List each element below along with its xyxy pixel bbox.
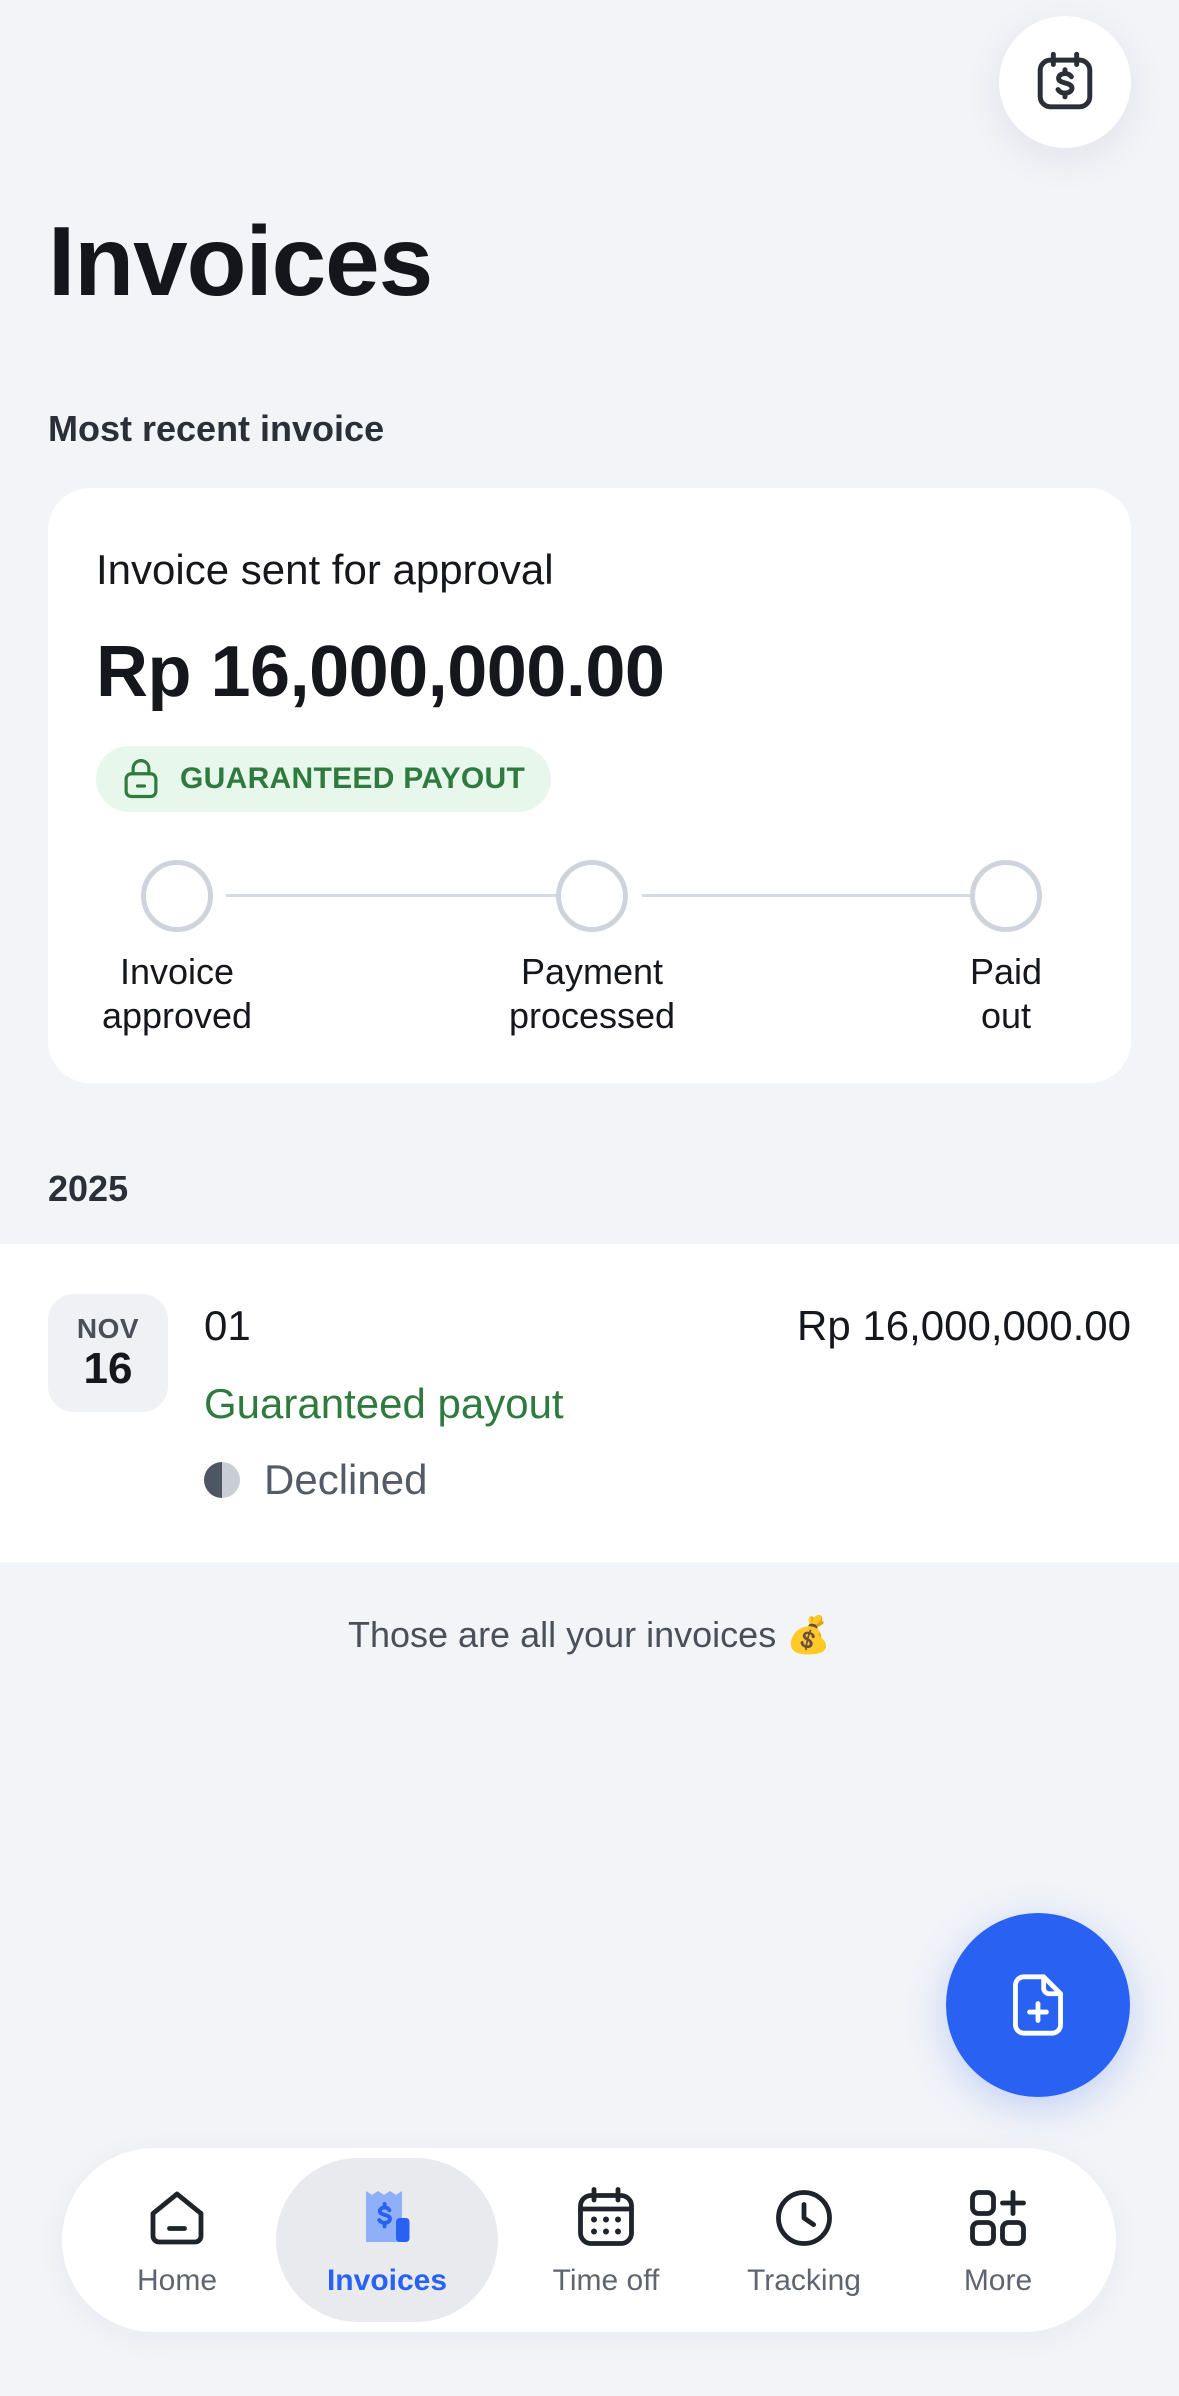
end-of-list-note: Those are all your invoices 💰 — [347, 1614, 832, 1655]
bottom-tab-bar: Home Invoices Time off Tracking More — [62, 2148, 1116, 2332]
recent-invoice-card[interactable]: Invoice sent for approval Rp 16,000,000.… — [48, 488, 1131, 1083]
calendar-icon — [578, 2187, 634, 2246]
invoice-month: NOV — [76, 1313, 140, 1344]
invoices-icon — [366, 2191, 410, 2242]
guaranteed-payout-badge: GUARANTEED PAYOUT — [96, 746, 552, 812]
new-invoice-button[interactable] — [946, 1913, 1130, 2097]
most-recent-label: Most recent invoice — [48, 408, 385, 449]
step-connector — [226, 894, 590, 897]
step-circle-processed — [556, 860, 628, 932]
tab-invoices-label: Invoices — [326, 2264, 448, 2297]
invoice-number: 01 — [204, 1302, 251, 1349]
tab-more-label: More — [963, 2264, 1033, 2297]
invoice-dollar-icon — [1037, 51, 1093, 110]
payment-progress-stepper: Invoice approved Payment processed Paid out — [48, 860, 1131, 1060]
invoice-date-chip: NOV 16 — [48, 1294, 168, 1412]
invoice-payout-type: Guaranteed payout — [204, 1380, 564, 1427]
step-label-approved: Invoice approved — [101, 951, 253, 1036]
step-label-processed: Payment processed — [508, 951, 676, 1036]
grid-plus-icon — [970, 2190, 1026, 2246]
tab-home[interactable]: Home — [102, 2158, 252, 2322]
step-connector — [642, 894, 1004, 897]
tab-time-off[interactable]: Time off — [516, 2158, 696, 2322]
tab-more[interactable]: More — [918, 2158, 1078, 2322]
page-title: Invoices — [48, 206, 433, 316]
new-document-icon — [1013, 1974, 1063, 2036]
step-label-paid: Paid out — [969, 951, 1043, 1036]
step-circle-approved — [141, 860, 213, 932]
step-circle-paid — [970, 860, 1042, 932]
clock-icon — [776, 2190, 832, 2246]
invoice-list-item[interactable]: NOV 16 01 Rp 16,000,000.00 Guaranteed pa… — [0, 1244, 1179, 1562]
tab-tracking-label: Tracking — [747, 2264, 861, 2297]
status-half-circle-icon — [204, 1462, 240, 1498]
badge-label: GUARANTEED PAYOUT — [180, 762, 526, 795]
invoice-amount: Rp 16,000,000.00 — [96, 632, 665, 712]
year-group-label: 2025 — [48, 1168, 129, 1209]
tab-home-label: Home — [136, 2264, 218, 2297]
invoice-status: Declined — [204, 1456, 427, 1504]
tab-tracking[interactable]: Tracking — [714, 2158, 894, 2322]
tab-time-off-label: Time off — [552, 2264, 660, 2297]
invoice-calendar-button[interactable] — [999, 16, 1131, 148]
invoice-status-title: Invoice sent for approval — [96, 546, 554, 593]
home-icon — [150, 2191, 204, 2245]
invoice-row-amount: Rp 16,000,000.00 — [797, 1302, 1131, 1349]
invoice-day: 16 — [83, 1344, 133, 1393]
lock-icon — [124, 759, 158, 799]
invoice-status-text: Declined — [264, 1456, 428, 1503]
tab-invoices[interactable]: Invoices — [276, 2158, 498, 2322]
